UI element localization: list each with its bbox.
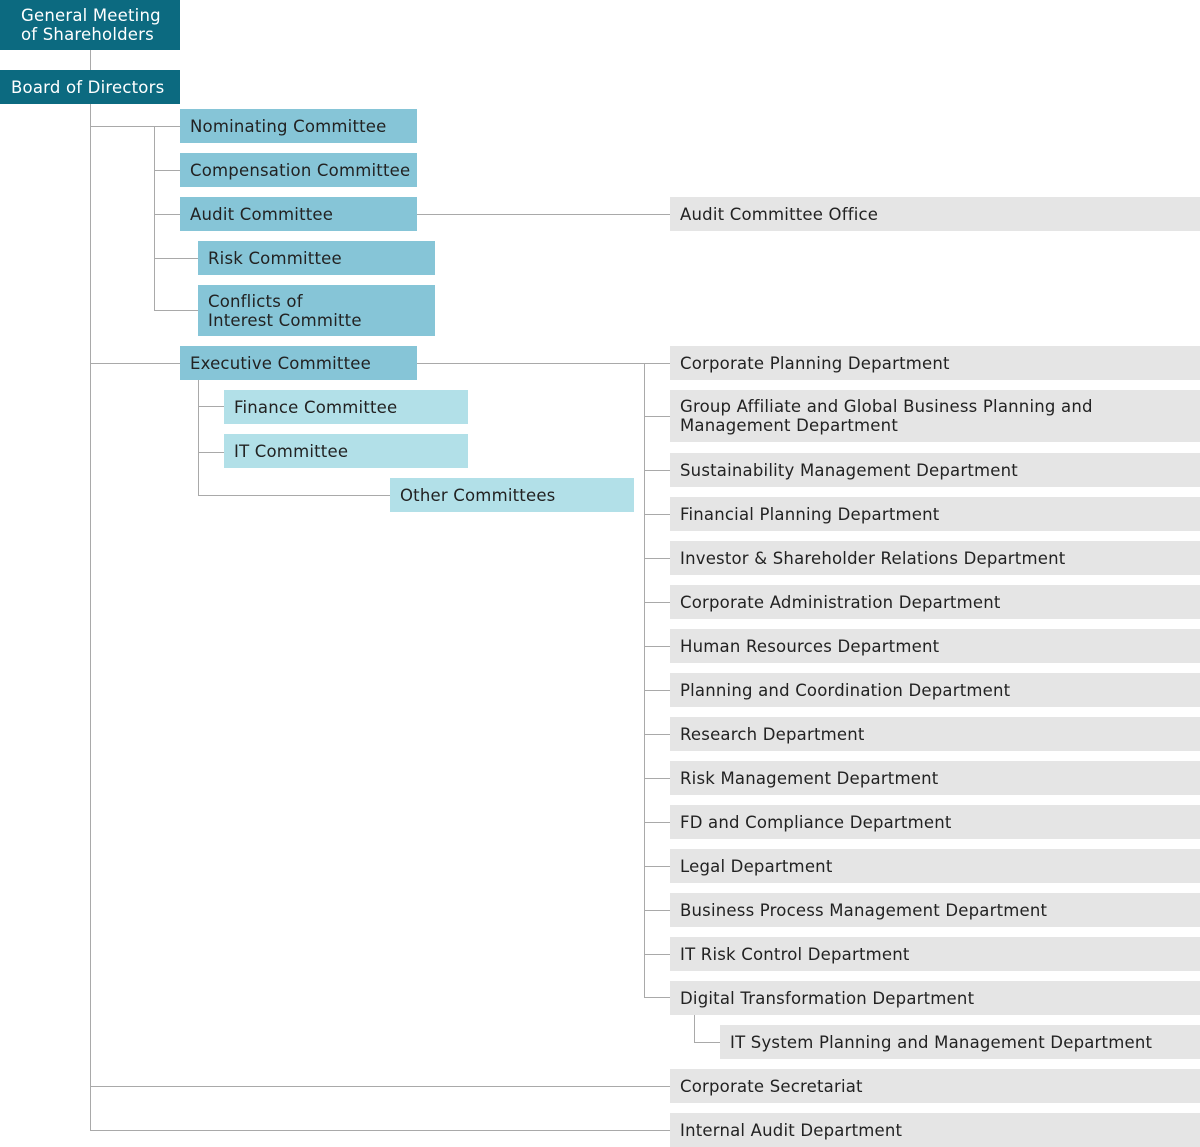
connector-dept-12: [644, 866, 670, 867]
connector-dept-10: [644, 778, 670, 779]
connector-audit-office: [417, 214, 670, 215]
connector-audit: [154, 214, 180, 215]
node-department: Sustainability Management Department: [670, 453, 1200, 487]
node-nominating-committee: Nominating Committee: [180, 109, 417, 143]
connector-other: [198, 495, 390, 496]
node-department: Legal Department: [670, 849, 1200, 883]
node-it-committee: IT Committee: [224, 434, 468, 468]
node-finance-committee: Finance Committee: [224, 390, 468, 424]
connector-dept-9: [644, 734, 670, 735]
node-board-of-directors: Board of Directors: [0, 70, 180, 104]
connector-dept-14: [644, 954, 670, 955]
connector-dept-13: [644, 910, 670, 911]
node-department: FD and Compliance Department: [670, 805, 1200, 839]
node-executive-committee: Executive Committee: [180, 346, 417, 380]
connector-dx-sub: [694, 1015, 695, 1042]
connector-dept-1: [644, 363, 670, 364]
node-department: Risk Management Department: [670, 761, 1200, 795]
connector-dept-4: [644, 514, 670, 515]
connector-department-spine: [644, 363, 645, 998]
node-department: Human Resources Department: [670, 629, 1200, 663]
connector-board-trunk: [90, 104, 91, 1131]
node-department: Group Affiliate and Global Business Plan…: [670, 390, 1200, 442]
connector-it-committee: [198, 452, 224, 453]
node-sub-department: IT System Planning and Management Depart…: [720, 1025, 1200, 1059]
node-department: Corporate Administration Department: [670, 585, 1200, 619]
node-department: Digital Transformation Department: [670, 981, 1200, 1015]
connector-finance: [198, 406, 224, 407]
node-department: Business Process Management Department: [670, 893, 1200, 927]
node-department: IT Risk Control Department: [670, 937, 1200, 971]
connector-dept-3: [644, 470, 670, 471]
node-corporate-secretariat: Corporate Secretariat: [670, 1069, 1200, 1103]
node-department: Investor & Shareholder Relations Departm…: [670, 541, 1200, 575]
connector-dept-2: [644, 416, 670, 417]
connector-board-committees: [90, 126, 180, 127]
node-department: Financial Planning Department: [670, 497, 1200, 531]
connector-conflicts: [154, 310, 198, 311]
connector-risk: [154, 258, 198, 259]
connector-executive-departments: [417, 363, 645, 364]
connector-dept-7: [644, 646, 670, 647]
connector-secretariat: [90, 1086, 670, 1087]
node-other-committees: Other Committees: [390, 478, 634, 512]
connector-executive-spine: [198, 380, 199, 496]
connector-dept-11: [644, 822, 670, 823]
node-department: Corporate Planning Department: [670, 346, 1200, 380]
connector-dept-15: [644, 997, 670, 998]
node-compensation-committee: Compensation Committee: [180, 153, 417, 187]
connector-internal-audit: [90, 1130, 670, 1131]
connector-dx-sub-branch: [694, 1042, 720, 1043]
node-department: Research Department: [670, 717, 1200, 751]
connector-committee-spine: [154, 126, 155, 311]
org-chart: General Meeting of Shareholders Board of…: [0, 0, 1200, 1147]
connector-executive: [90, 363, 180, 364]
node-audit-committee: Audit Committee: [180, 197, 417, 231]
connector-compensation: [154, 170, 180, 171]
node-audit-committee-office: Audit Committee Office: [670, 197, 1200, 231]
node-conflicts-committee: Conflicts of Interest Committe: [198, 285, 435, 336]
connector-dept-5: [644, 558, 670, 559]
connector-shareholders-board: [90, 50, 91, 70]
node-internal-audit: Internal Audit Department: [670, 1113, 1200, 1147]
node-department: Planning and Coordination Department: [670, 673, 1200, 707]
node-risk-committee: Risk Committee: [198, 241, 435, 275]
connector-dept-8: [644, 690, 670, 691]
node-shareholders: General Meeting of Shareholders: [0, 0, 180, 50]
connector-dept-6: [644, 602, 670, 603]
